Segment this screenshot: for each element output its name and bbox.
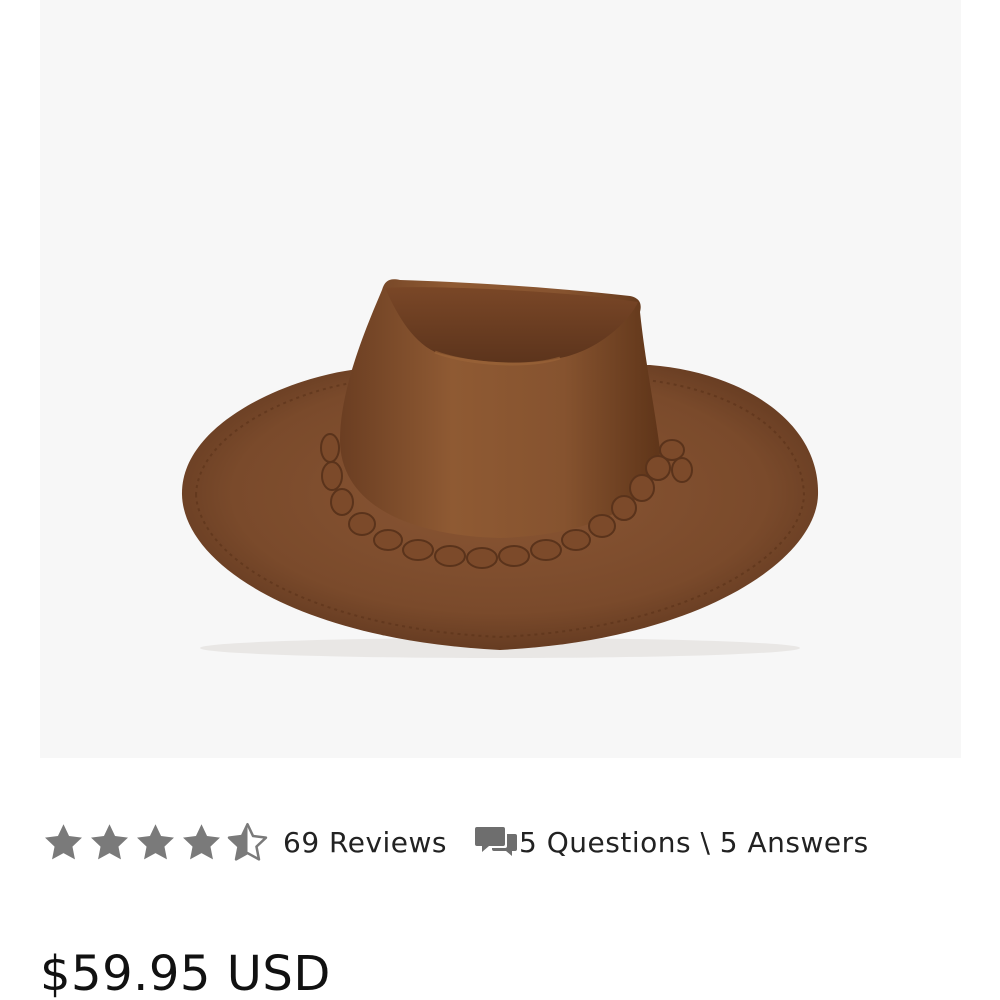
product-image[interactable] bbox=[40, 0, 961, 758]
star-rating[interactable] bbox=[42, 821, 269, 864]
questions-answers-link[interactable]: 5 Questions \ 5 Answers bbox=[475, 824, 869, 860]
star-full-icon bbox=[91, 823, 128, 859]
reviews-link[interactable]: 69 Reviews bbox=[283, 826, 447, 859]
product-page: 69 Reviews 5 Questions \ 5 Answers $59.9… bbox=[0, 0, 1000, 1000]
rating-qa-row: 69 Reviews 5 Questions \ 5 Answers bbox=[42, 812, 869, 872]
product-price: $59.95 USD bbox=[40, 946, 331, 1000]
questions-answers-label: 5 Questions \ 5 Answers bbox=[519, 825, 869, 859]
star-half-icon bbox=[227, 822, 268, 861]
star-full-icon bbox=[45, 823, 82, 859]
chat-bubbles-icon bbox=[475, 827, 518, 856]
star-full-icon bbox=[137, 823, 174, 859]
star-full-icon bbox=[183, 823, 220, 859]
hat-illustration bbox=[181, 279, 819, 658]
